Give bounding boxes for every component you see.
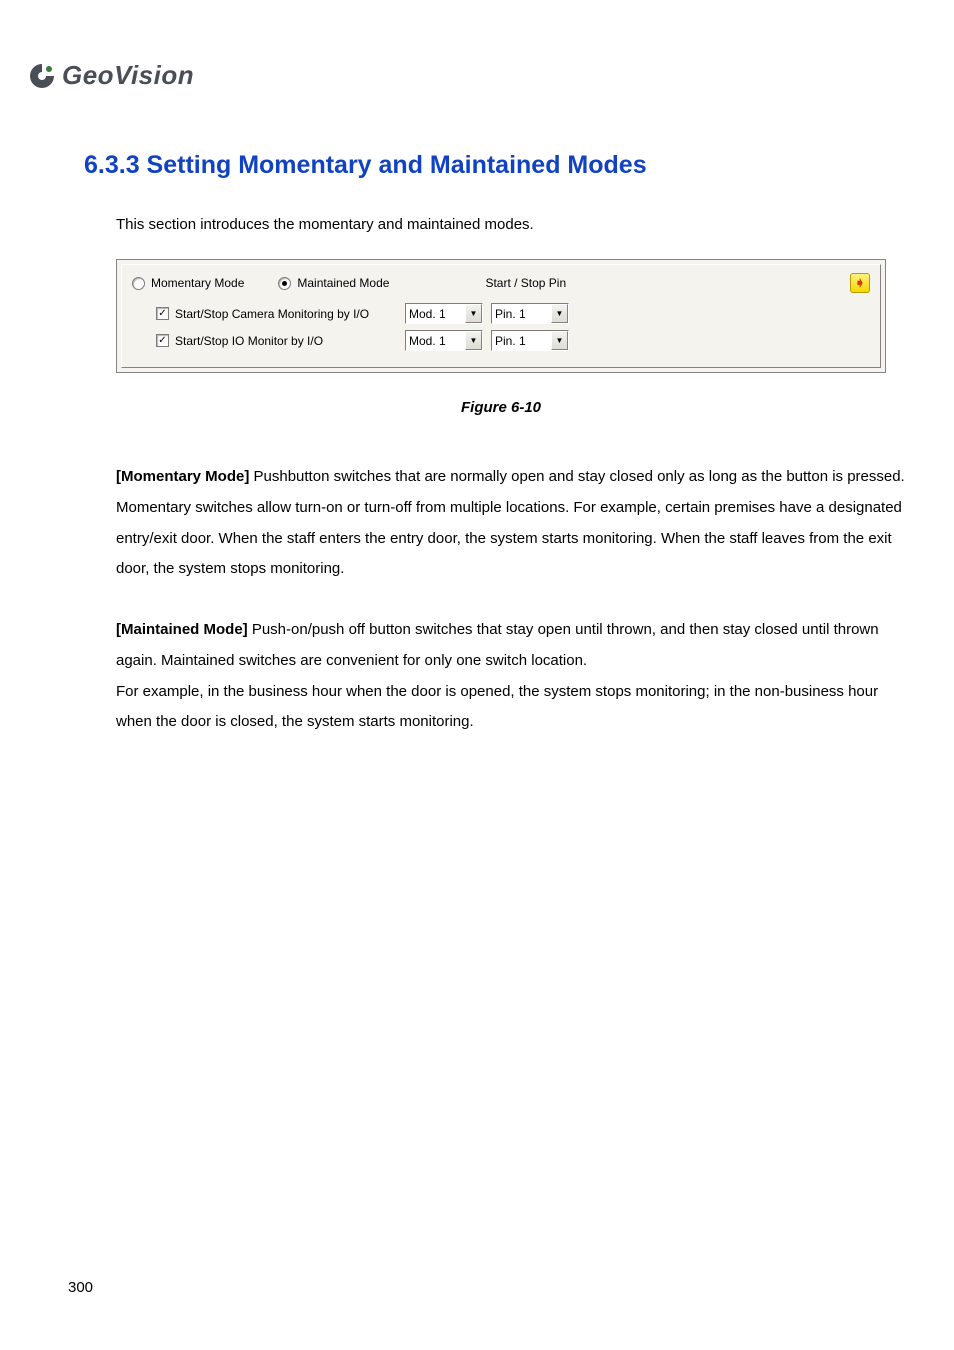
brand-logo: GeoVision bbox=[28, 60, 886, 91]
select-value: Mod. 1 bbox=[409, 307, 465, 321]
logo-text: GeoVision bbox=[62, 60, 194, 91]
maintained-text-2: For example, in the business hour when t… bbox=[116, 683, 878, 731]
select-value: Pin. 1 bbox=[495, 307, 551, 321]
momentary-mode-radio[interactable]: Momentary Mode bbox=[132, 276, 244, 290]
radio-icon bbox=[278, 277, 291, 290]
checkbox-label: Start/Stop IO Monitor by I/O bbox=[175, 334, 405, 348]
camera-mod-select[interactable]: Mod. 1 ▼ bbox=[405, 303, 483, 324]
radio-label: Maintained Mode bbox=[297, 276, 389, 290]
select-value: Mod. 1 bbox=[409, 334, 465, 348]
figure-caption: Figure 6-10 bbox=[116, 399, 886, 416]
logo-mark-icon bbox=[28, 62, 56, 90]
io-monitor-checkbox[interactable]: ✓ bbox=[156, 334, 169, 347]
checkbox-label: Start/Stop Camera Monitoring by I/O bbox=[175, 307, 405, 321]
startstop-pin-label: Start / Stop Pin bbox=[485, 276, 566, 290]
page-number: 300 bbox=[68, 1279, 93, 1296]
camera-monitoring-checkbox[interactable]: ✓ bbox=[156, 307, 169, 320]
radio-icon bbox=[132, 277, 145, 290]
momentary-bold: [Momentary Mode] bbox=[116, 468, 249, 485]
io-pin-select[interactable]: Pin. 1 ▼ bbox=[491, 330, 569, 351]
maintained-bold: [Maintained Mode] bbox=[116, 621, 248, 638]
camera-pin-select[interactable]: Pin. 1 ▼ bbox=[491, 303, 569, 324]
dropdown-arrow-icon: ▼ bbox=[551, 304, 568, 323]
dialog-panel: Momentary Mode Maintained Mode Start / S… bbox=[116, 259, 886, 373]
maintained-paragraph: [Maintained Mode] Push-on/push off butto… bbox=[116, 615, 906, 738]
dropdown-arrow-icon: ▼ bbox=[465, 331, 482, 350]
dropdown-arrow-icon: ▼ bbox=[465, 304, 482, 323]
section-heading: 6.3.3 Setting Momentary and Maintained M… bbox=[84, 151, 886, 180]
maintained-mode-radio[interactable]: Maintained Mode bbox=[278, 276, 389, 290]
intro-text: This section introduces the momentary an… bbox=[116, 216, 886, 233]
right-arrow-button[interactable]: ➧ bbox=[850, 273, 870, 293]
dropdown-arrow-icon: ▼ bbox=[551, 331, 568, 350]
io-mod-select[interactable]: Mod. 1 ▼ bbox=[405, 330, 483, 351]
right-arrow-icon: ➧ bbox=[855, 275, 866, 291]
select-value: Pin. 1 bbox=[495, 334, 551, 348]
momentary-paragraph: [Momentary Mode] Pushbutton switches tha… bbox=[116, 462, 906, 585]
radio-label: Momentary Mode bbox=[151, 276, 244, 290]
